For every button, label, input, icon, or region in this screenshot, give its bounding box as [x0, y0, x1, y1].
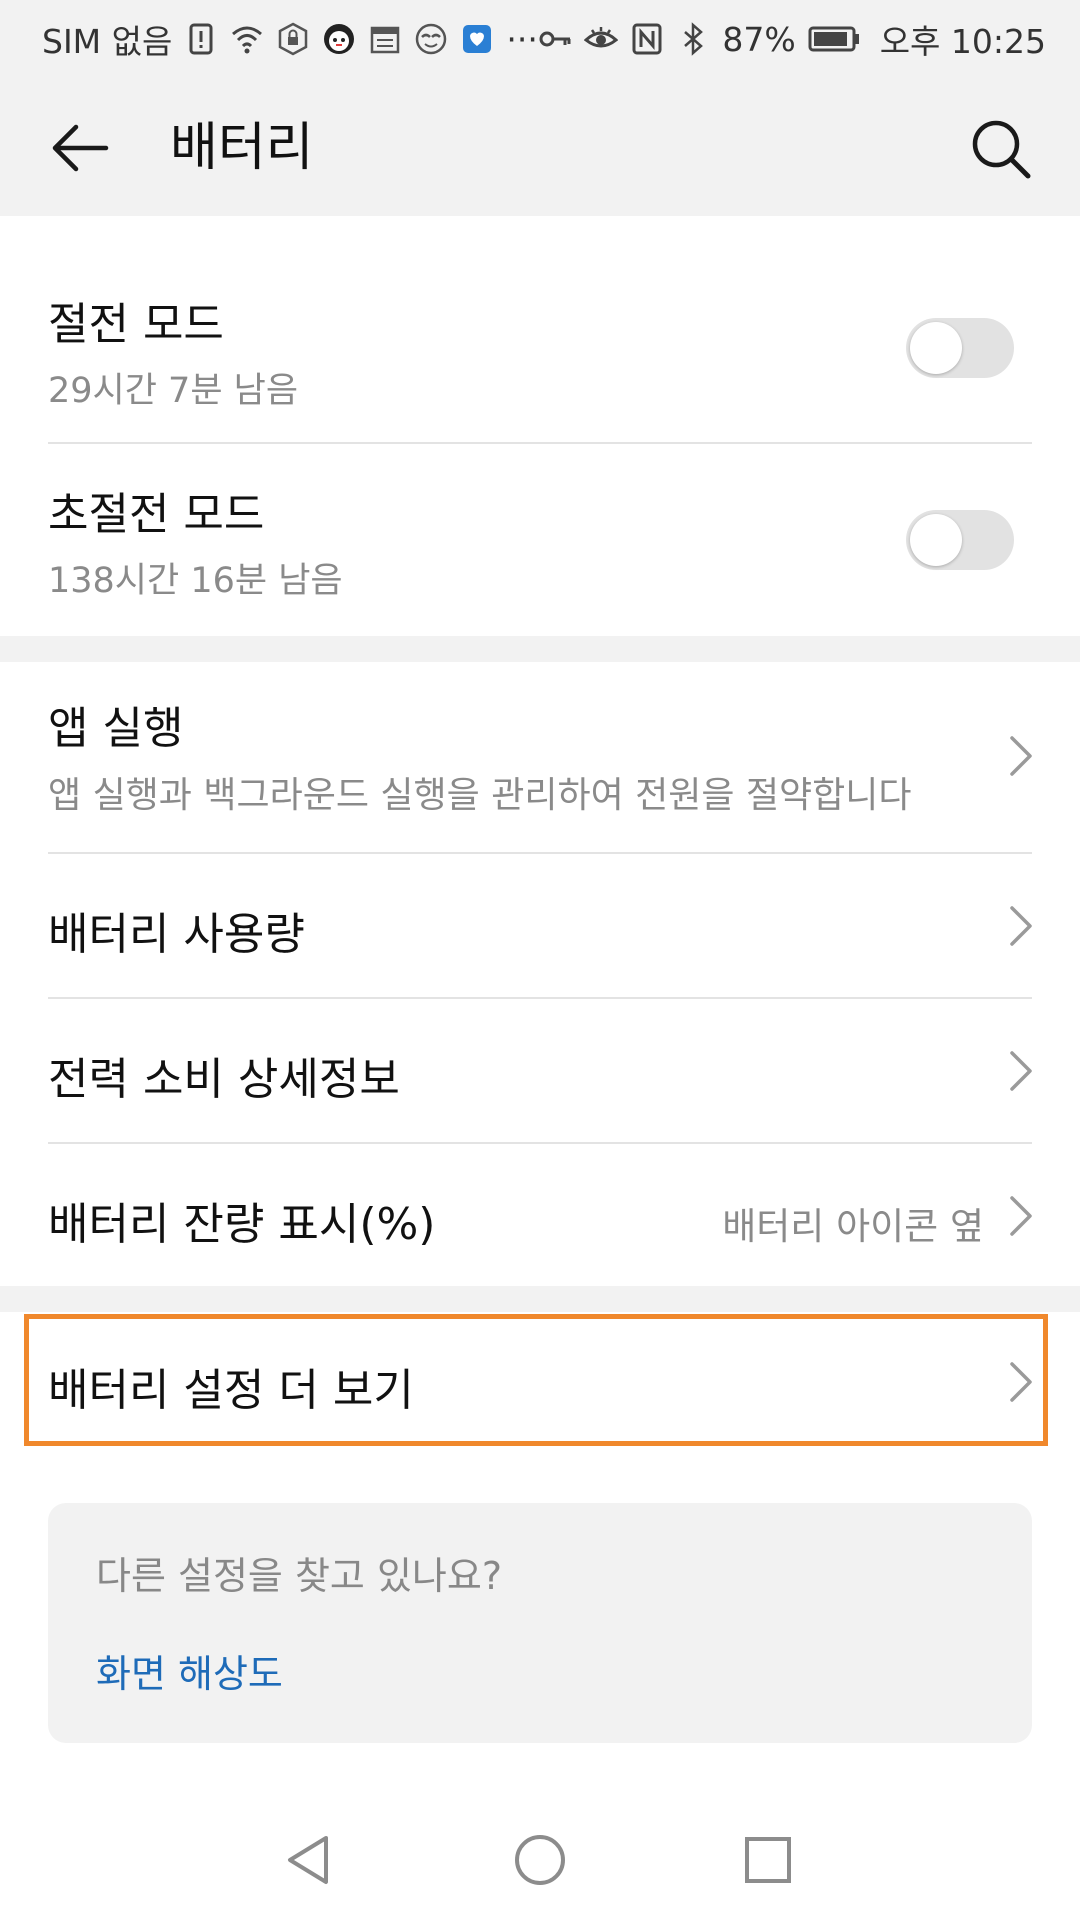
status-bar: SIM 없음 ··· 87% 오후 10:25: [0, 0, 1080, 78]
app-bar: 배터리: [0, 78, 1080, 216]
battery-percentage-row[interactable]: 배터리 잔량 표시(%) 배터리 아이콘 옆: [0, 1144, 1080, 1286]
toggle-knob: [910, 322, 962, 374]
nav-recents-icon: [745, 1837, 791, 1883]
app-notification-icon: [322, 22, 356, 56]
chevron-right-icon: [1010, 736, 1032, 776]
battery-usage-title: 배터리 사용량: [48, 909, 305, 960]
section-gap: [0, 1286, 1080, 1312]
suggestion-card: 다른 설정을 찾고 있나요? 화면 해상도: [48, 1503, 1032, 1743]
toggle-knob: [910, 514, 962, 566]
bluetooth-icon: [676, 22, 710, 56]
chat-icon: [460, 22, 494, 56]
nav-back-button[interactable]: [276, 1828, 340, 1892]
status-left: SIM 없음 ···: [42, 15, 538, 63]
highlight-frame: [24, 1314, 1048, 1446]
vpn-lock-icon: [276, 22, 310, 56]
key-icon: [538, 22, 572, 56]
power-saving-mode-row[interactable]: 절전 모드 29시간 7분 남음: [0, 216, 1080, 444]
calendar-icon: [368, 22, 402, 56]
sim-alert-icon: [184, 22, 218, 56]
status-right: 87% 오후 10:25: [538, 15, 1046, 63]
nav-back-icon: [288, 1836, 328, 1884]
battery-percentage-value: 배터리 아이콘 옆: [722, 1205, 984, 1248]
mask-icon: [414, 22, 448, 56]
wifi-icon: [230, 22, 264, 56]
nav-home-button[interactable]: [508, 1828, 572, 1892]
battery-percent: 87%: [722, 19, 796, 59]
back-button[interactable]: [44, 112, 116, 184]
power-consumption-details-title: 전력 소비 상세정보: [48, 1054, 400, 1105]
clock: 오후 10:25: [879, 22, 1046, 61]
power-modes-section: 절전 모드 29시간 7분 남음 초절전 모드 138시간 16분 남음: [0, 216, 1080, 636]
battery-icon: [808, 22, 860, 56]
sim-status-text: SIM 없음: [42, 22, 173, 61]
app-launch-title: 앱 실행: [48, 703, 184, 754]
nav-home-icon: [515, 1835, 565, 1885]
more-notifications-indicator: ···: [506, 19, 538, 59]
ultra-power-saving-mode-row[interactable]: 초절전 모드 138시간 16분 남음: [0, 444, 1080, 636]
app-launch-description: 앱 실행과 백그라운드 실행을 관리하여 전원을 절약합니다: [48, 775, 912, 816]
navigation-bar: [0, 1800, 1080, 1920]
ultra-power-saving-mode-remaining: 138시간 16분 남음: [48, 561, 343, 601]
suggestion-question: 다른 설정을 찾고 있나요?: [96, 1554, 503, 1598]
battery-usage-row[interactable]: 배터리 사용량: [0, 854, 1080, 998]
section-gap: [0, 636, 1080, 662]
chevron-right-icon: [1010, 906, 1032, 946]
power-saving-mode-remaining: 29시간 7분 남음: [48, 371, 299, 411]
power-saving-mode-title: 절전 모드: [48, 299, 224, 350]
battery-percentage-title: 배터리 잔량 표시(%): [48, 1199, 436, 1250]
chevron-right-icon: [1010, 1051, 1032, 1091]
search-icon: [972, 120, 1031, 179]
page-title: 배터리: [170, 118, 314, 178]
search-button[interactable]: [964, 112, 1036, 184]
eye-icon: [584, 22, 619, 56]
nav-recents-button[interactable]: [736, 1828, 800, 1892]
ultra-power-saving-mode-toggle[interactable]: [906, 510, 1014, 570]
app-launch-row[interactable]: 앱 실행 앱 실행과 백그라운드 실행을 관리하여 전원을 절약합니다: [0, 662, 1080, 852]
power-consumption-details-row[interactable]: 전력 소비 상세정보: [0, 999, 1080, 1143]
power-saving-mode-toggle[interactable]: [906, 318, 1014, 378]
back-arrow-icon: [52, 124, 109, 172]
battery-menu-section: 앱 실행 앱 실행과 백그라운드 실행을 관리하여 전원을 절약합니다 배터리 …: [0, 662, 1080, 1286]
screen-resolution-link[interactable]: 화면 해상도: [96, 1643, 283, 1698]
nfc-icon: [630, 22, 664, 56]
chevron-right-icon: [1010, 1196, 1032, 1236]
ultra-power-saving-mode-title: 초절전 모드: [48, 489, 265, 540]
